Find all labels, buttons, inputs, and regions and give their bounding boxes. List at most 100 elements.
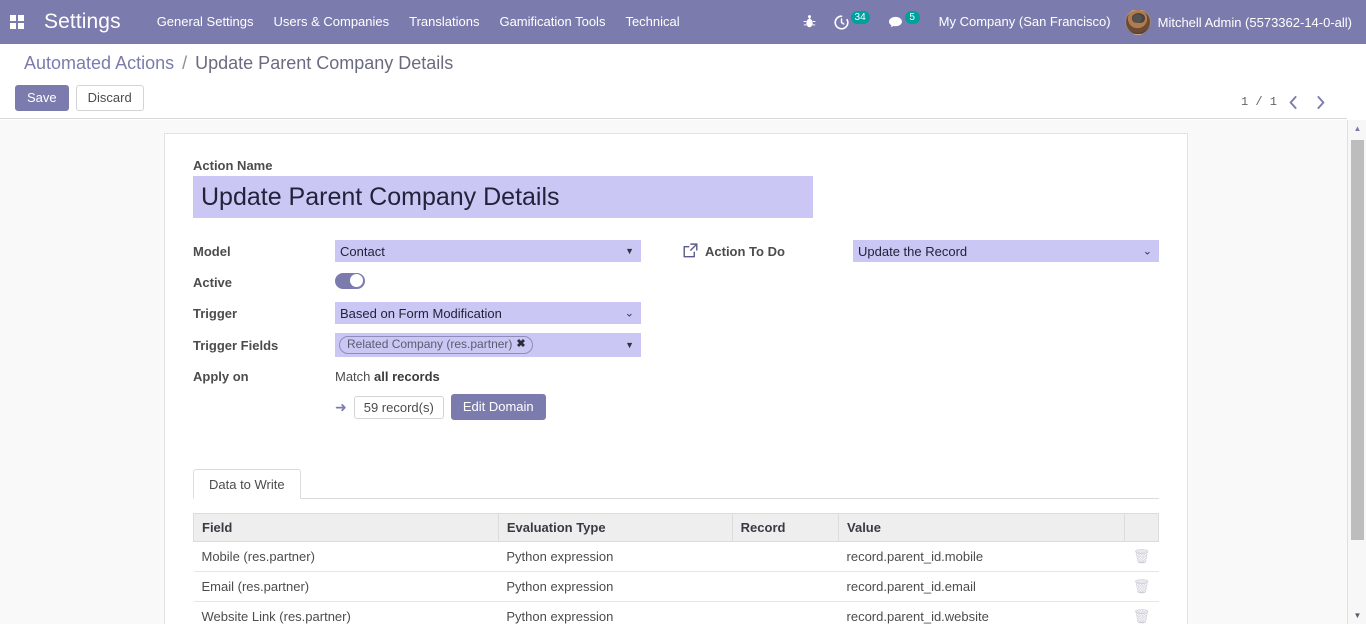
company-switcher[interactable]: My Company (San Francisco) [929,0,1121,44]
record-pager: 1 / 1 [1241,90,1333,114]
apply-on-control: Match all records ➜ 59 record(s) Edit Do… [335,369,669,420]
field-row-model: Model ▼ [193,240,669,262]
clock-activity-icon [833,14,849,30]
field-row-trigger: Trigger ⌄ [193,302,669,324]
chevron-right-icon [1317,95,1325,109]
model-input[interactable] [335,240,641,262]
pager-previous-button[interactable] [1281,90,1305,114]
cell-value[interactable]: record.parent_id.mobile [838,541,1125,572]
messaging-counter-badge: 5 [904,10,920,24]
trigger-select-wrapper: ⌄ [335,302,641,324]
trash-icon[interactable]: 🗑 [1133,548,1151,565]
model-control: ▼ [335,240,669,262]
pager-count: 1 / 1 [1240,95,1277,109]
form-column-right: Action To Do ⌄ [683,240,1159,429]
active-toggle[interactable] [335,272,365,289]
action-todo-label: Action To Do [705,244,785,259]
bug-icon [803,15,815,28]
column-header-record: Record [731,513,840,542]
debug-menu-button[interactable] [794,0,825,44]
model-label: Model [193,243,231,259]
table-header-row: Field Evaluation Type Record Value [193,513,1159,542]
cell-field[interactable]: Website Link (res.partner) [193,601,499,624]
save-button[interactable]: Save [15,85,69,111]
cell-evaluation-type[interactable]: Python expression [498,601,733,624]
user-menu[interactable]: Mitchell Admin (5573362-14-0-all) [1121,0,1358,44]
breadcrumb-separator: / [182,53,188,73]
breadcrumb-item-automated-actions[interactable]: Automated Actions [24,53,174,73]
action-name-input[interactable] [193,176,813,218]
column-header-field: Field [193,513,499,542]
data-to-write-table: Field Evaluation Type Record Value Mobil… [193,513,1159,624]
domain-match-value: all records [374,369,440,384]
field-row-apply-on: Apply on Match all records ➜ 59 record(s… [193,369,669,420]
form-columns: Model ▼ Active Trigger [193,240,1159,429]
form-sheet: Action Name Model ▼ Active [164,133,1188,624]
control-panel: Automated Actions / Update Parent Compan… [0,44,1347,119]
avatar [1124,9,1151,35]
action-todo-select-wrapper: ⌄ [853,240,1159,262]
trigger-fields-input[interactable]: Related Company (res.partner) ✖ ▼ [335,333,641,357]
cell-delete: 🗑 [1124,541,1159,572]
form-column-left: Model ▼ Active Trigger [193,240,669,429]
trigger-fields-label: Trigger Fields [193,337,279,353]
menu-item-general-settings[interactable]: General Settings [147,0,264,44]
tag-label: Related Company (res.partner) [347,337,513,351]
field-row-action-todo: Action To Do ⌄ [683,240,1159,262]
table-row[interactable]: Mobile (res.partner) Python expression r… [193,541,1159,572]
cell-value[interactable]: record.parent_id.email [838,571,1125,602]
tab-data-to-write[interactable]: Data to Write [193,469,301,499]
menu-item-technical[interactable]: Technical [615,0,689,44]
chevron-left-icon [1289,95,1297,109]
cell-record[interactable] [732,601,839,624]
edit-domain-button[interactable]: Edit Domain [450,394,546,420]
record-count-button[interactable]: 59 record(s) [353,395,444,419]
menu-item-gamification-tools[interactable]: Gamification Tools [489,0,615,44]
cell-delete: 🗑 [1124,601,1159,624]
discard-button[interactable]: Discard [75,85,144,111]
field-row-active: Active [193,271,669,293]
activity-menu-button[interactable]: 34 [825,0,879,44]
apply-on-label: Apply on [193,369,249,384]
cell-field[interactable]: Email (res.partner) [193,571,499,602]
active-label: Active [193,274,233,290]
pager-next-button[interactable] [1309,90,1333,114]
table-body: Mobile (res.partner) Python expression r… [193,541,1159,624]
apps-grid-icon [10,15,24,29]
action-todo-label-wrap: Action To Do [683,243,853,259]
cell-field[interactable]: Mobile (res.partner) [193,541,499,572]
cell-record[interactable] [732,571,839,602]
action-todo-select[interactable] [853,240,1159,262]
messaging-menu-button[interactable]: 5 [879,0,929,44]
cell-value[interactable]: record.parent_id.website [838,601,1125,624]
trigger-select[interactable] [335,302,641,324]
domain-actions: ➜ 59 record(s) Edit Domain [335,394,669,420]
menu-item-users-companies[interactable]: Users & Companies [264,0,400,44]
scrollbar-thumb[interactable] [1351,140,1364,540]
main-menu: General Settings Users & Companies Trans… [147,0,690,44]
tag-related-company[interactable]: Related Company (res.partner) ✖ [339,336,533,354]
table-row[interactable]: Email (res.partner) Python expression re… [193,571,1159,602]
cell-evaluation-type[interactable]: Python expression [498,571,733,602]
menu-item-translations[interactable]: Translations [399,0,489,44]
tag-remove-icon[interactable]: ✖ [516,337,525,352]
cell-evaluation-type[interactable]: Python expression [498,541,733,572]
cell-record[interactable] [732,541,839,572]
action-name-label: Action Name [193,158,273,173]
scroll-up-arrow[interactable]: ▲ [1348,120,1366,137]
trigger-label: Trigger [193,305,238,321]
notebook-tabs: Data to Write [193,469,1159,499]
trigger-fields-control: Related Company (res.partner) ✖ ▼ [335,333,669,357]
user-menu-label: Mitchell Admin (5573362-14-0-all) [1157,14,1352,30]
column-header-evaluation-type: Evaluation Type [497,513,733,542]
apps-menu-button[interactable] [0,0,34,44]
vertical-scrollbar[interactable]: ▲ ▼ [1347,120,1366,624]
form-action-buttons: Save Discard [15,85,144,111]
trash-icon[interactable]: 🗑 [1133,578,1151,595]
breadcrumb-item-current: Update Parent Company Details [195,53,454,73]
scroll-down-arrow[interactable]: ▼ [1348,607,1366,624]
domain-match-prefix: Match [335,369,375,384]
trash-icon[interactable]: 🗑 [1133,608,1151,624]
chat-bubble-icon [888,16,902,27]
table-row[interactable]: Website Link (res.partner) Python expres… [193,601,1159,624]
